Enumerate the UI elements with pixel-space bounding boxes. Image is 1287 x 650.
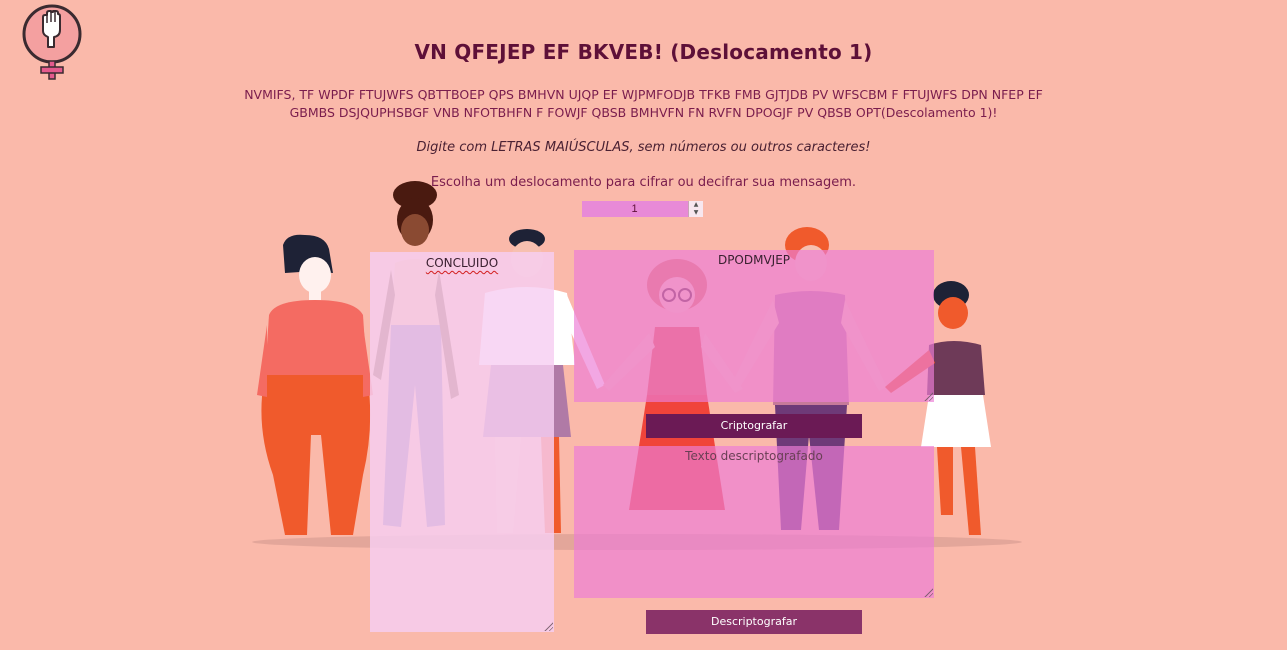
plaintext-value: CONCLUIDO (425, 256, 499, 270)
resize-grip-icon[interactable] (923, 391, 933, 401)
cipher-output-placeholder: Texto descriptografado (685, 449, 823, 463)
decrypt-button[interactable]: Descriptografar (646, 610, 862, 634)
cipher-output-textarea[interactable]: Texto descriptografado (574, 446, 934, 598)
instruction-text: Digite com LETRAS MAIÚSCULAS, sem número… (416, 140, 871, 155)
cipher-input-value: DPODMVJEP (717, 253, 791, 267)
resize-grip-icon[interactable] (543, 621, 553, 631)
resize-grip-icon[interactable] (923, 587, 933, 597)
cipher-input-textarea[interactable]: DPODMVJEP (574, 250, 934, 402)
page-title: VN QFEJEP EF BKVEB! (Deslocamento 1) (414, 40, 873, 64)
encrypt-button[interactable]: Criptografar (646, 414, 862, 438)
plaintext-textarea[interactable]: CONCLUIDO (370, 252, 554, 632)
woman-figure-1 (257, 234, 373, 535)
page-subtitle: NVMIFS, TF WPDF FTUJWFS QBTTBOEP QPS BMH… (244, 87, 1043, 120)
